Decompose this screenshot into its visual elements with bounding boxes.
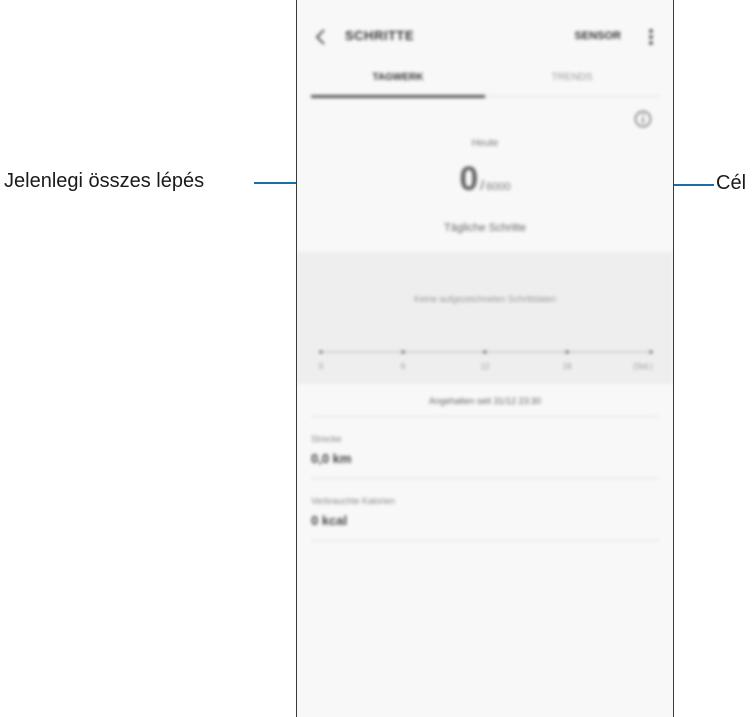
distance-value: 0,0 km bbox=[311, 451, 352, 466]
tab-bar: TAGWERK TRENDS bbox=[311, 66, 659, 98]
callout-current-steps: Jelenlegi összes lépés bbox=[4, 170, 205, 192]
app-bar: SCHRITTE SENSOR bbox=[297, 18, 673, 58]
phone-screen: SCHRITTE SENSOR TAGWERK TRENDS Heute 0/6… bbox=[296, 0, 674, 717]
period-label: Heute bbox=[471, 138, 499, 149]
axis-tick-12: 12 bbox=[480, 362, 490, 371]
sensor-button[interactable]: SENSOR bbox=[575, 30, 621, 42]
axis-tick-18: 18 bbox=[562, 362, 572, 371]
divider bbox=[311, 478, 659, 479]
steps-chart: Keine aufgezeichneten Schrittdaten 0 6 1… bbox=[297, 252, 673, 384]
chevron-left-icon[interactable] bbox=[311, 26, 333, 48]
divider bbox=[311, 540, 659, 541]
callout-goal: Cél bbox=[716, 172, 747, 194]
axis-tick-6: 6 bbox=[400, 362, 406, 371]
tab-tagwerk[interactable]: TAGWERK bbox=[311, 72, 485, 83]
calories-value: 0 kcal bbox=[311, 513, 348, 528]
current-steps-value: 0 bbox=[459, 160, 479, 198]
more-vertical-icon[interactable] bbox=[645, 26, 657, 48]
axis-tick-0: 0 bbox=[318, 362, 324, 371]
active-tab-indicator bbox=[311, 95, 485, 98]
axis-tick-unit: (Std.) bbox=[633, 362, 653, 371]
steps-summary: 0/6000 bbox=[297, 160, 673, 199]
steps-separator: / bbox=[480, 177, 485, 193]
tab-trends[interactable]: TRENDS bbox=[485, 72, 659, 83]
daily-steps-label: Tägliche Schritte bbox=[444, 222, 526, 234]
divider bbox=[311, 416, 659, 417]
calories-label: Verbrauchte Kalorien bbox=[311, 496, 396, 506]
page-title: SCHRITTE bbox=[345, 28, 414, 43]
info-icon[interactable] bbox=[634, 110, 652, 128]
sync-status: Angehalten seit 31/12 23:30 bbox=[428, 396, 542, 406]
goal-steps-value[interactable]: 6000 bbox=[486, 181, 510, 193]
distance-label: Strecke bbox=[311, 434, 342, 444]
